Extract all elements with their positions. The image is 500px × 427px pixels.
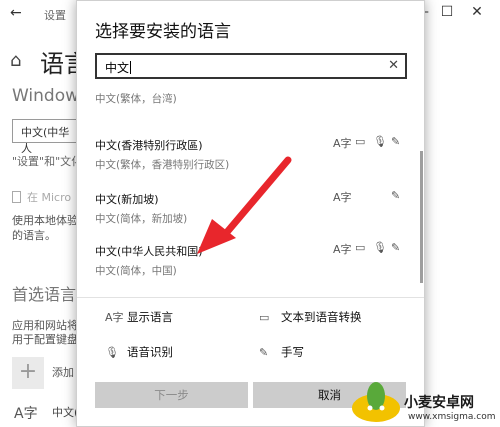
store-label: 在 Micro	[27, 191, 72, 204]
legend-text-to-speech: ▭ 文本到语音转换	[259, 309, 362, 325]
installed-language-label[interactable]: 中文(	[52, 404, 78, 420]
handwriting-icon: ✎	[391, 241, 401, 254]
search-value[interactable]: 中文	[105, 59, 131, 76]
list-scrollbar[interactable]	[420, 151, 423, 283]
display-language-icon: A字	[105, 311, 124, 324]
speech-recognition-icon: 🎙	[373, 135, 387, 148]
preferred-languages-heading: 首选语言	[12, 285, 77, 304]
watermark-logo-icon	[352, 382, 400, 422]
clear-search-icon[interactable]: ✕	[388, 58, 399, 73]
feature-icons: A字 ▭ 🎙 ✎	[333, 241, 407, 259]
legend-divider	[77, 297, 424, 298]
list-item[interactable]: 中文(中华人民共和国) 中文(简体，中国) A字 ▭ 🎙 ✎	[77, 239, 424, 291]
add-language-plus-icon[interactable]: +	[12, 357, 44, 389]
legend-speech-recognition: 🎙 语音识别	[105, 344, 173, 360]
watermark-name: 小麦安卓网	[404, 395, 474, 411]
handwriting-icon: ✎	[259, 346, 269, 359]
next-button[interactable]: 下一步	[95, 382, 248, 408]
legend-label: 显示语言	[127, 310, 173, 324]
text-to-speech-icon: ▭	[355, 135, 366, 148]
add-language-label[interactable]: 添加	[52, 364, 74, 380]
logo-eye-right	[379, 405, 385, 411]
preferred-desc-line-2: 用于配置键盘	[12, 333, 78, 346]
handwriting-icon: ✎	[391, 135, 401, 148]
language-desc: 中文(繁体，台湾)	[95, 93, 177, 105]
settings-note: "设置"和"文化	[12, 155, 83, 168]
dialog-title: 选择要安装的语言	[95, 22, 231, 42]
maximize-button[interactable]: ☐	[437, 4, 457, 20]
back-arrow-icon[interactable]: ←	[10, 5, 22, 21]
text-to-speech-icon: ▭	[355, 241, 366, 254]
language-desc: 中文(简体，中国)	[95, 265, 177, 277]
display-language-icon: A字	[333, 243, 352, 256]
legend-handwriting: ✎ 手写	[259, 344, 304, 360]
language-search-input[interactable]: 中文 ✕	[95, 53, 407, 79]
language-name: 中文(新加坡)	[95, 193, 159, 206]
feature-icons: A字 ▭ 🎙 ✎	[333, 135, 407, 153]
list-item[interactable]: 中文(繁体，台湾) A字 ▭ 🎙 ✎	[77, 87, 424, 119]
language-icon: A字	[14, 406, 38, 422]
close-button[interactable]: ✕	[467, 4, 487, 20]
list-item[interactable]: 中文(香港特别行政區) 中文(繁体，香港特别行政区) A字 ▭ 🎙 ✎	[77, 133, 424, 185]
logo-eye-left	[367, 405, 373, 411]
local-experience-line-2: 的语言。	[12, 229, 56, 242]
language-list[interactable]: 中文(繁体，台湾) A字 ▭ 🎙 ✎ 中文(香港特别行政區) 中文(繁体，香港特…	[77, 87, 424, 291]
watermark-url: www.xmsigma.com	[408, 412, 496, 422]
feature-icons: A字 ✎	[333, 189, 407, 207]
speech-recognition-icon: 🎙	[373, 241, 387, 254]
language-name: 中文(香港特别行政區)	[95, 139, 203, 152]
store-icon	[12, 191, 21, 203]
store-link[interactable]: 在 Micro	[12, 189, 71, 205]
list-item[interactable]: 中文(新加坡) 中文(简体，新加坡) A字 ✎	[77, 187, 424, 239]
settings-app-title: 设置	[44, 9, 66, 22]
language-desc: 中文(繁体，香港特别行政区)	[95, 159, 230, 171]
home-icon[interactable]: ⌂	[10, 50, 21, 71]
legend-label: 语音识别	[127, 345, 173, 359]
language-name: 中文(中华人民共和国)	[95, 245, 203, 258]
display-language-select[interactable]: 中文(中华人	[12, 119, 82, 155]
text-to-speech-icon: ▭	[259, 311, 270, 324]
choose-language-dialog: 选择要安装的语言 中文 ✕ 中文(繁体，台湾) A字 ▭ 🎙 ✎ 中文(香港特别…	[76, 0, 425, 427]
handwriting-icon: ✎	[391, 189, 401, 202]
display-language-icon: A字	[333, 137, 352, 150]
legend-label: 手写	[281, 345, 304, 359]
legend-display-language: A字 显示语言	[105, 309, 173, 325]
legend-label: 文本到语音转换	[281, 310, 362, 324]
speech-recognition-icon: 🎙	[105, 346, 119, 359]
display-language-icon: A字	[333, 191, 352, 204]
local-experience-line-1: 使用本地体验	[12, 214, 78, 227]
language-desc: 中文(简体，新加坡)	[95, 213, 188, 225]
